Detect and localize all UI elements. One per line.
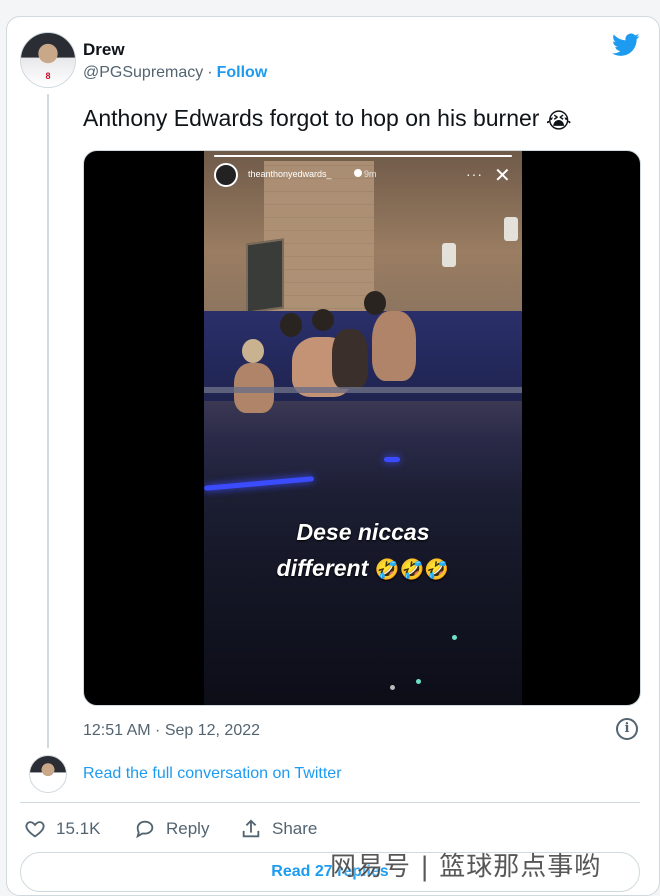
story-caption-text: different bbox=[276, 555, 369, 581]
author-handle[interactable]: @PGSupremacy bbox=[83, 64, 203, 81]
light-speck bbox=[416, 679, 421, 684]
reply-bubble-icon bbox=[136, 820, 154, 839]
close-icon[interactable]: ✕ bbox=[494, 163, 511, 188]
like-button[interactable]: 15.1K bbox=[24, 818, 100, 840]
share-icon bbox=[242, 819, 260, 838]
more-options-icon[interactable]: ··· bbox=[466, 166, 483, 182]
glass-railing bbox=[204, 387, 522, 393]
author-handle-row: @PGSupremacy · Follow bbox=[83, 64, 267, 82]
person-head bbox=[280, 313, 302, 337]
story-username[interactable]: theanthonyedwards_ bbox=[248, 169, 332, 179]
story-caption-line1: Dese niccas bbox=[296, 519, 430, 545]
light-speck bbox=[452, 635, 457, 640]
story-caption-line2: different 🤣🤣🤣 bbox=[204, 555, 522, 582]
blue-light-strip bbox=[384, 457, 400, 462]
verified-badge-icon bbox=[354, 169, 362, 177]
conversation-avatar bbox=[29, 755, 67, 793]
story-header: theanthonyedwards_ 9m ··· ✕ bbox=[214, 163, 512, 187]
story-avatar[interactable] bbox=[214, 163, 238, 187]
author-avatar[interactable]: 8 bbox=[20, 32, 76, 88]
wall-lamp bbox=[442, 243, 456, 267]
person-head bbox=[364, 291, 386, 315]
twitter-bird-icon[interactable] bbox=[612, 33, 640, 57]
like-count: 15.1K bbox=[56, 819, 101, 838]
rolling-laughing-icon: 🤣🤣🤣 bbox=[374, 559, 450, 581]
share-button[interactable]: Share bbox=[240, 818, 317, 840]
reply-label: Reply bbox=[166, 819, 210, 838]
thread-line bbox=[47, 94, 49, 748]
person-head bbox=[242, 339, 264, 363]
wall-lamp bbox=[504, 217, 518, 241]
tweet-text-body: Anthony Edwards forgot to hop on his bur… bbox=[83, 105, 540, 131]
tweet-text: Anthony Edwards forgot to hop on his bur… bbox=[83, 105, 572, 134]
tweet-timestamp[interactable]: 12:51 AM · Sep 12, 2022 bbox=[83, 722, 260, 740]
person-head bbox=[312, 309, 334, 331]
person-figure bbox=[332, 329, 368, 389]
person-figure bbox=[372, 311, 416, 381]
tweet-video[interactable]: theanthonyedwards_ 9m ··· ✕ Dese niccas … bbox=[83, 150, 641, 706]
author-name[interactable]: Drew bbox=[83, 40, 125, 60]
story-frame: theanthonyedwards_ 9m ··· ✕ Dese niccas … bbox=[204, 151, 522, 705]
watermark: 网易号 | 篮球那点事哟 bbox=[330, 852, 602, 882]
light-speck bbox=[390, 685, 395, 690]
heart-icon bbox=[25, 821, 45, 838]
follow-button[interactable]: Follow bbox=[217, 64, 268, 81]
share-label: Share bbox=[272, 819, 318, 838]
info-icon[interactable]: i bbox=[616, 718, 638, 740]
story-progress-bar bbox=[214, 155, 512, 157]
avatar-jersey-number: 8 bbox=[45, 71, 51, 81]
divider bbox=[20, 802, 640, 803]
separator-dot: · bbox=[207, 64, 213, 81]
story-time: 9m bbox=[364, 169, 377, 179]
blue-light-strip bbox=[204, 476, 315, 491]
read-conversation-link[interactable]: Read the full conversation on Twitter bbox=[83, 765, 342, 783]
crying-face-icon: 😭 bbox=[545, 108, 572, 133]
story-progress-fill bbox=[214, 155, 512, 157]
background-window bbox=[246, 238, 284, 314]
reply-button[interactable]: Reply bbox=[134, 818, 209, 840]
